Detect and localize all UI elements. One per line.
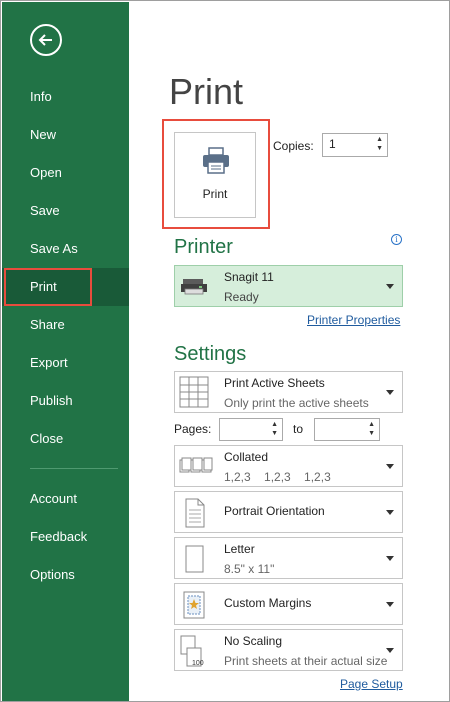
sidebar-item-new[interactable]: New (2, 116, 129, 154)
info-icon[interactable]: i (391, 234, 402, 245)
print-what-description: Only print the active sheets (224, 396, 369, 410)
print-what-dropdown[interactable]: Print Active Sheets Only print the activ… (174, 371, 403, 413)
page-setup-link[interactable]: Page Setup (340, 677, 403, 691)
sidebar-item-account[interactable]: Account (2, 480, 129, 518)
portrait-page-icon (185, 498, 205, 528)
sidebar-divider (30, 468, 118, 469)
collation-description: 1,2,3 1,2,3 1,2,3 (224, 470, 331, 484)
stepper-arrows-icon[interactable]: ▲ ▼ (376, 135, 383, 153)
stepper-arrows-icon[interactable]: ▲ ▼ (271, 420, 278, 438)
sidebar-item-print[interactable]: Print (2, 268, 129, 306)
settings-header: Settings (174, 343, 247, 365)
paper-size-icon (185, 545, 204, 573)
copies-value: 1 (329, 137, 336, 151)
scaling-label: No Scaling (224, 634, 283, 648)
chevron-down-icon (386, 602, 394, 607)
printer-dropdown[interactable]: Snagit 11 Ready (174, 265, 403, 307)
chevron-down-icon (386, 648, 394, 653)
paper-size-description: 8.5" x 11" (224, 562, 275, 576)
print-what-label: Print Active Sheets (224, 376, 325, 390)
chevron-down-icon (386, 390, 394, 395)
chevron-down-icon (386, 284, 394, 289)
printer-header: Printer (174, 236, 233, 258)
sidebar-item-save-as[interactable]: Save As (2, 230, 129, 268)
page-title: Print (169, 71, 244, 112)
pages-label: Pages: (174, 422, 212, 436)
print-button[interactable]: Print (174, 132, 256, 218)
back-button[interactable] (30, 24, 62, 56)
pages-to-stepper[interactable]: ▲ ▼ (314, 418, 380, 441)
collated-pages-icon (179, 457, 213, 473)
margins-icon (183, 591, 205, 619)
sidebar-item-share[interactable]: Share (2, 306, 129, 344)
scaling-dropdown[interactable]: 100 No Scaling Print sheets at their act… (174, 629, 403, 671)
svg-text:100: 100 (192, 660, 204, 667)
scaling-description: Print sheets at their actual size (224, 654, 388, 668)
sidebar-item-publish[interactable]: Publish (2, 382, 129, 420)
sheet-grid-icon (179, 376, 209, 408)
backstage-sidebar: Info New Open Save Save As Print Share E… (2, 2, 129, 701)
copies-label: Copies: (273, 139, 314, 153)
collation-dropdown[interactable]: Collated 1,2,3 1,2,3 1,2,3 (174, 445, 403, 487)
chevron-down-icon (386, 510, 394, 515)
back-arrow-icon (38, 34, 52, 46)
print-button-label: Print (202, 187, 228, 201)
margins-label: Custom Margins (224, 596, 312, 610)
scaling-icon: 100 (180, 635, 204, 667)
paper-size-label: Letter (224, 542, 255, 556)
chevron-down-icon (386, 464, 394, 469)
printer-name: Snagit 11 (224, 270, 274, 284)
sidebar-item-save[interactable]: Save (2, 192, 129, 230)
sidebar-item-options[interactable]: Options (2, 556, 129, 594)
stepper-arrows-icon[interactable]: ▲ ▼ (368, 420, 375, 438)
printer-properties-link[interactable]: Printer Properties (307, 313, 400, 327)
paper-size-dropdown[interactable]: Letter 8.5" x 11" (174, 537, 403, 579)
margins-dropdown[interactable]: Custom Margins (174, 583, 403, 625)
sidebar-item-close[interactable]: Close (2, 420, 129, 458)
printer-icon (203, 147, 229, 174)
orientation-label: Portrait Orientation (224, 504, 325, 518)
printer-device-icon (181, 279, 207, 295)
pages-to-label: to (293, 422, 304, 436)
sidebar-item-info[interactable]: Info (2, 78, 129, 116)
sidebar-item-export[interactable]: Export (2, 344, 129, 382)
copies-stepper[interactable]: 1 ▲ ▼ (322, 133, 388, 157)
chevron-down-icon (386, 556, 394, 561)
printer-status: Ready (224, 290, 259, 304)
sidebar-item-open[interactable]: Open (2, 154, 129, 192)
sidebar-item-feedback[interactable]: Feedback (2, 518, 129, 556)
pages-from-stepper[interactable]: ▲ ▼ (219, 418, 283, 441)
backstage-window: Info New Open Save Save As Print Share E… (0, 0, 450, 702)
orientation-dropdown[interactable]: Portrait Orientation (174, 491, 403, 533)
collation-label: Collated (224, 450, 269, 464)
